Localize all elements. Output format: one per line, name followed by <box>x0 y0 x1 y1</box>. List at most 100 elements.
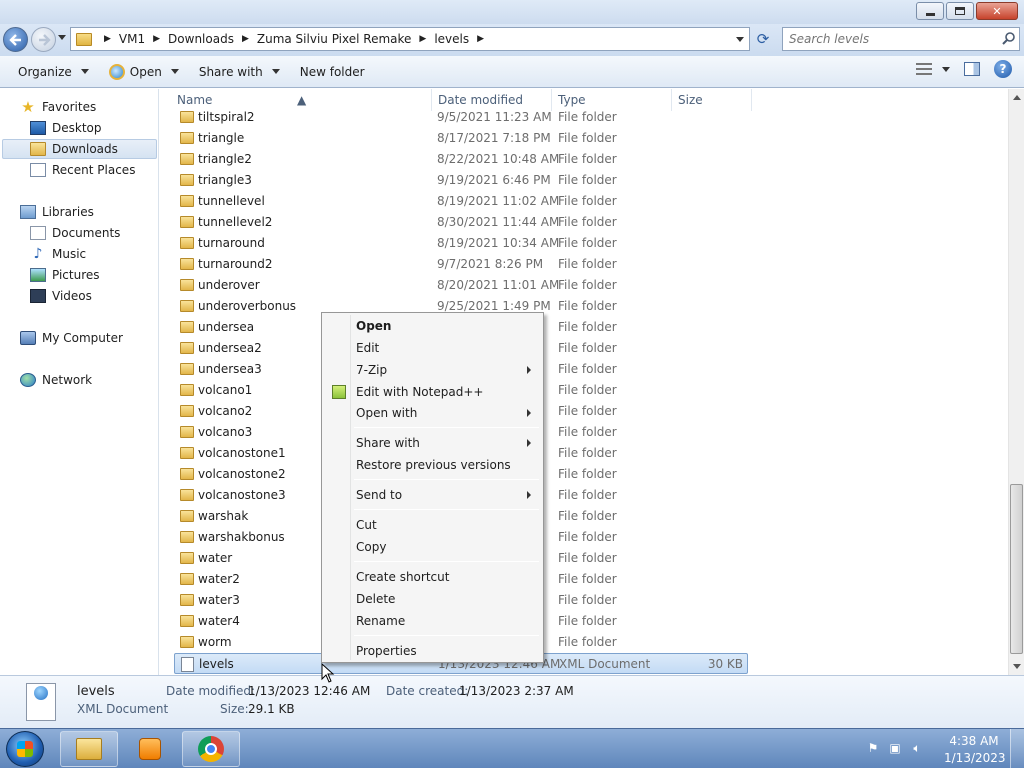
nav-my-computer[interactable]: My Computer <box>20 328 123 348</box>
breadcrumb-arrow-icon[interactable]: ▶ <box>419 34 426 44</box>
back-button[interactable] <box>3 27 28 52</box>
file-name: levels <box>199 657 234 671</box>
file-name: volcanostone1 <box>198 446 286 460</box>
file-row[interactable]: triangle2 8/22/2021 10:48 AM File folder <box>174 149 748 170</box>
nav-favorites[interactable]: ★ Favorites <box>20 97 96 117</box>
menu-item-label: 7-Zip <box>356 363 388 377</box>
chevron-down-icon <box>942 66 950 72</box>
recent-pages-dropdown[interactable] <box>58 35 66 40</box>
file-row[interactable]: tiltspiral2 9/5/2021 11:23 AM File folder <box>174 107 748 128</box>
file-row[interactable]: triangle3 9/19/2021 6:46 PM File folder <box>174 170 748 191</box>
nav-downloads[interactable]: Downloads <box>2 139 157 159</box>
file-row[interactable]: tunnellevel 8/19/2021 11:02 AM File folder <box>174 191 748 212</box>
address-bar[interactable]: ▶ VM1 ▶ Downloads ▶ Zuma Silviu Pixel Re… <box>70 27 750 51</box>
file-row[interactable]: triangle 8/17/2021 7:18 PM File folder <box>174 128 748 149</box>
menu-item-open-with[interactable]: Open with <box>324 402 541 424</box>
breadcrumb-levels[interactable]: levels <box>434 32 469 46</box>
nav-network[interactable]: Network <box>20 370 92 390</box>
search-icon[interactable] <box>1002 32 1015 45</box>
scroll-up-icon[interactable] <box>1013 95 1021 100</box>
nav-pictures[interactable]: Pictures <box>30 265 100 285</box>
help-button[interactable]: ? <box>994 60 1012 78</box>
refresh-button[interactable]: ⟳ <box>752 27 774 51</box>
show-desktop-button[interactable] <box>1010 729 1024 768</box>
volume-icon[interactable]: 🔈︎ <box>910 741 924 755</box>
open-button[interactable]: Open <box>99 60 189 84</box>
column-header-date-modified[interactable]: Date modified <box>438 93 523 107</box>
file-date: 9/7/2021 8:26 PM <box>437 257 544 271</box>
breadcrumb-arrow-icon[interactable]: ▶ <box>477 34 484 44</box>
search-input[interactable] <box>783 28 983 50</box>
new-folder-label: New folder <box>299 64 365 79</box>
breadcrumb-vm1[interactable]: VM1 <box>119 32 145 46</box>
menu-item-copy[interactable]: Copy <box>324 536 541 558</box>
menu-item-edit-with-notepadpp[interactable]: Edit with Notepad++ <box>324 381 541 403</box>
menu-item-send-to[interactable]: Send to <box>324 484 541 506</box>
file-row[interactable]: turnaround2 9/7/2021 8:26 PM File folder <box>174 254 748 275</box>
column-header-size[interactable]: Size <box>678 93 703 107</box>
menu-item-share-with[interactable]: Share with <box>324 432 541 454</box>
menu-item-label: Rename <box>356 614 406 628</box>
menu-item-open[interactable]: Open <box>324 315 541 337</box>
folder-icon <box>180 216 194 228</box>
taskbar-chrome[interactable] <box>182 731 240 767</box>
start-button[interactable] <box>6 731 44 767</box>
menu-item-7zip[interactable]: 7-Zip <box>324 359 541 381</box>
file-row[interactable]: underover 8/20/2021 11:01 AM File folder <box>174 275 748 296</box>
nav-libraries[interactable]: Libraries <box>20 202 94 222</box>
file-type: XML Document <box>559 657 651 671</box>
nav-desktop[interactable]: Desktop <box>30 118 102 138</box>
nav-documents[interactable]: Documents <box>30 223 120 243</box>
address-history-dropdown[interactable] <box>736 37 744 42</box>
nav-recent-places[interactable]: Recent Places <box>30 160 135 180</box>
file-row[interactable]: tunnellevel2 8/30/2021 11:44 AM File folde… <box>174 212 748 233</box>
organize-button[interactable]: Organize <box>8 60 99 84</box>
menu-item-label: Send to <box>356 488 403 502</box>
clock[interactable]: 4:38 AM 1/13/2023 <box>944 733 1006 767</box>
forward-button[interactable] <box>31 27 56 52</box>
back-arrow-icon <box>8 33 21 46</box>
submenu-arrow-icon <box>527 366 531 374</box>
taskbar: ⚑ ▣ 🔈︎ 4:38 AM 1/13/2023 <box>0 728 1024 768</box>
menu-item-delete[interactable]: Delete <box>324 588 541 610</box>
close-button[interactable]: ✕ <box>976 2 1018 20</box>
column-header-name[interactable]: Name <box>177 93 212 107</box>
address-row: ▶ VM1 ▶ Downloads ▶ Zuma Silviu Pixel Re… <box>0 24 1024 56</box>
action-center-flag-icon[interactable]: ⚑ <box>866 741 880 755</box>
file-name: water4 <box>198 614 240 628</box>
taskbar-explorer[interactable] <box>60 731 118 767</box>
file-type: File folder <box>558 131 617 145</box>
share-with-button[interactable]: Share with <box>189 60 290 84</box>
nav-music[interactable]: ♪ Music <box>30 244 87 264</box>
vertical-scrollbar[interactable] <box>1008 89 1024 675</box>
change-view-button[interactable] <box>916 63 950 75</box>
maximize-button[interactable] <box>946 2 974 20</box>
breadcrumb-arrow-icon[interactable]: ▶ <box>242 34 249 44</box>
network-tray-icon[interactable]: ▣ <box>888 741 902 755</box>
folder-icon <box>180 153 194 165</box>
folder-icon <box>180 636 194 648</box>
menu-item-cut[interactable]: Cut <box>324 514 541 536</box>
menu-item-restore-previous-versions[interactable]: Restore previous versions <box>324 454 541 476</box>
scrollbar-thumb[interactable] <box>1010 484 1023 654</box>
file-list: Name ▲ Date modified Type Size tiltspira… <box>160 89 1008 675</box>
preview-pane-button[interactable] <box>964 62 980 76</box>
menu-item-properties[interactable]: Properties <box>324 640 541 662</box>
file-type: File folder <box>558 236 617 250</box>
breadcrumb-zuma[interactable]: Zuma Silviu Pixel Remake <box>257 32 412 46</box>
file-row[interactable]: turnaround 8/19/2021 10:34 AM File folder <box>174 233 748 254</box>
breadcrumb-arrow-icon[interactable]: ▶ <box>104 34 111 44</box>
menu-item-rename[interactable]: Rename <box>324 610 541 632</box>
breadcrumb-downloads[interactable]: Downloads <box>168 32 234 46</box>
folder-icon <box>180 321 194 333</box>
column-header-type[interactable]: Type <box>558 93 586 107</box>
menu-separator <box>354 427 539 428</box>
menu-item-edit[interactable]: Edit <box>324 337 541 359</box>
breadcrumb-arrow-icon[interactable]: ▶ <box>153 34 160 44</box>
minimize-button[interactable] <box>916 2 944 20</box>
new-folder-button[interactable]: New folder <box>290 60 375 84</box>
scroll-down-icon[interactable] <box>1013 664 1021 669</box>
menu-item-create-shortcut[interactable]: Create shortcut <box>324 566 541 588</box>
taskbar-media-player[interactable] <box>121 731 179 767</box>
nav-videos[interactable]: Videos <box>30 286 92 306</box>
